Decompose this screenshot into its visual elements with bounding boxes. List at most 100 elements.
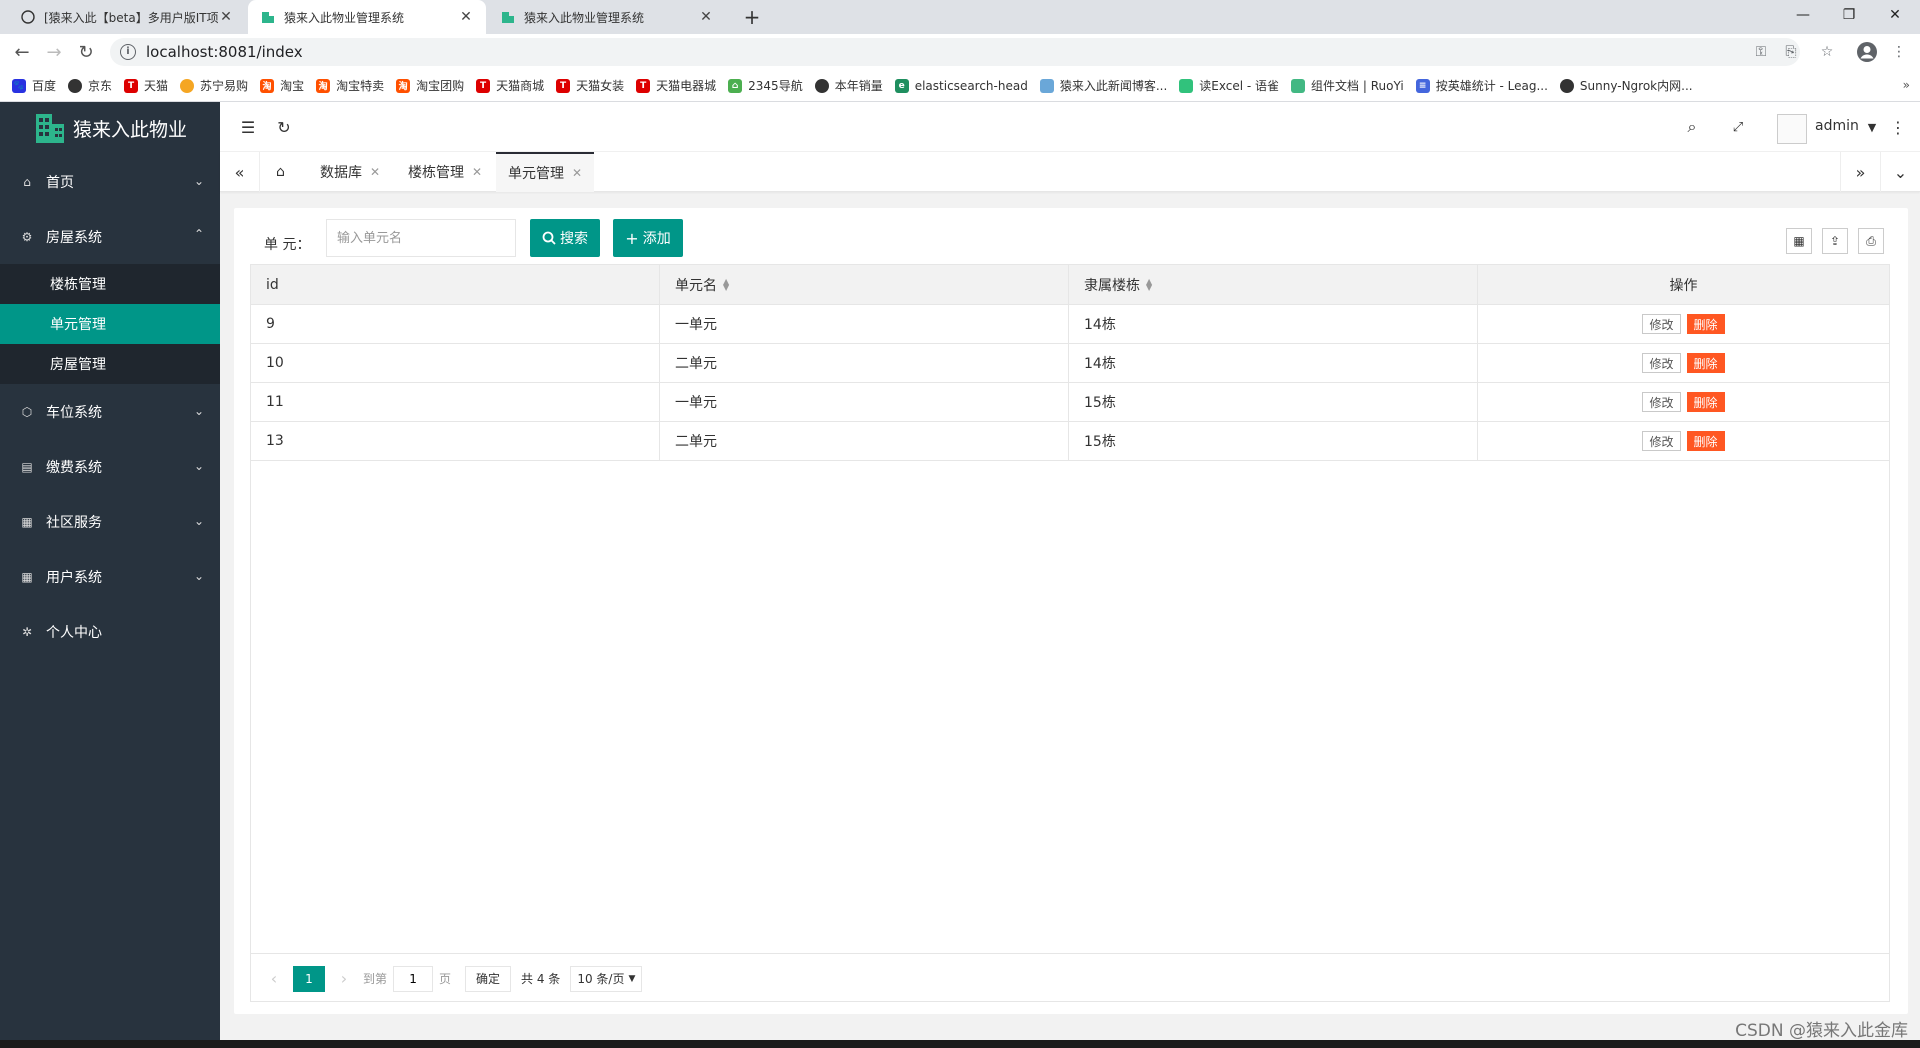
chevron-down-icon[interactable]: ⌄ xyxy=(1880,152,1920,192)
sidebar-item-home[interactable]: ⌂ 首页 ⌄ xyxy=(0,154,220,209)
reload-icon[interactable]: ↻ xyxy=(74,40,98,64)
prev-page-icon[interactable]: ‹ xyxy=(261,969,287,988)
bookmarks-bar: 🐾 百度 京东 T 天猫 苏宁易购 淘淘宝 淘淘宝特卖 淘淘宝团购 T 天猫商城 T天… xyxy=(0,70,1920,102)
avatar[interactable] xyxy=(1777,114,1807,144)
bookmark[interactable]: 读Excel - 语雀 xyxy=(1179,77,1279,94)
bookmark[interactable]: Sunny-Ngrok内网... xyxy=(1559,77,1693,94)
bookmark[interactable]: T 天猫女装 xyxy=(556,77,624,94)
sidebar-item-community[interactable]: ▦ 社区服务 ⌄ xyxy=(0,494,220,549)
delete-button[interactable]: 删除 xyxy=(1686,314,1725,334)
delete-button[interactable]: 删除 xyxy=(1686,353,1725,373)
bookmark[interactable]: 京东 xyxy=(68,77,112,94)
info-icon[interactable]: i xyxy=(120,44,136,60)
column-header-name[interactable]: 单元名 ▲ ▼ xyxy=(660,265,1069,304)
column-header-building[interactable]: 隶属楼栋 ▲ ▼ xyxy=(1069,265,1478,304)
tab-database[interactable]: 数据库 ✕ xyxy=(308,152,392,192)
cell-actions: 修改 删除 xyxy=(1478,344,1889,382)
print-icon[interactable]: ⎙ xyxy=(1858,228,1884,254)
profile-icon[interactable] xyxy=(1856,41,1878,63)
star-icon[interactable]: ☆ xyxy=(1818,43,1836,61)
column-header-id[interactable]: id xyxy=(251,265,660,304)
export-icon[interactable]: ⇪ xyxy=(1822,228,1848,254)
bookmark[interactable]: 淘淘宝特卖 xyxy=(316,77,384,94)
scroll-right-icon[interactable]: » xyxy=(1840,152,1880,192)
menu-toggle-icon[interactable]: ☰ xyxy=(238,117,258,137)
logo[interactable]: 猿来入此物业 xyxy=(0,102,220,154)
chevron-right-double-icon[interactable]: » xyxy=(1903,78,1910,92)
sidebar-item-parking[interactable]: ⬡ 车位系统 ⌄ xyxy=(0,384,220,439)
delete-button[interactable]: 删除 xyxy=(1686,431,1725,451)
bookmark[interactable]: 苏宁易购 xyxy=(180,77,248,94)
tab-units[interactable]: 单元管理 ✕ xyxy=(496,152,595,192)
bookmark[interactable]: T 天猫商城 xyxy=(476,77,544,94)
page-jump-confirm-button[interactable]: 确定 xyxy=(465,965,512,992)
cell-id: 11 xyxy=(251,383,660,421)
edit-button[interactable]: 修改 xyxy=(1642,353,1681,373)
sort-icon[interactable]: ▲ ▼ xyxy=(723,277,729,291)
browser-menu-icon[interactable]: ⋮ xyxy=(1890,43,1908,61)
back-icon[interactable]: ← xyxy=(10,40,34,64)
bookmark[interactable]: 🐾 百度 xyxy=(12,77,56,94)
bookmark[interactable]: T 天猫 xyxy=(124,77,168,94)
close-icon[interactable]: ✕ xyxy=(370,165,380,179)
bookmark[interactable]: 淘淘宝 xyxy=(260,77,304,94)
page-unit-label: 页 xyxy=(439,972,452,986)
close-icon[interactable]: ✕ xyxy=(572,166,582,180)
restore-icon[interactable]: ❐ xyxy=(1826,0,1872,30)
sidebar-item-rooms[interactable]: 房屋管理 xyxy=(0,344,220,384)
sidebar-item-users[interactable]: ▦ 用户系统 ⌄ xyxy=(0,549,220,604)
key-icon[interactable]: ⚿ xyxy=(1752,43,1770,61)
url-field[interactable]: i localhost:8081/index xyxy=(110,38,1800,66)
browser-tab-1[interactable]: [猿来入此【beta】多用户版IT项 ✕ xyxy=(8,0,246,34)
columns-filter-icon[interactable]: ▦ xyxy=(1786,228,1812,254)
add-button[interactable]: + 添加 xyxy=(613,219,683,257)
tag-icon[interactable]: ⌕ xyxy=(1682,117,1702,137)
sidebar-item-profile[interactable]: ✲ 个人中心 xyxy=(0,604,220,659)
browser-tab-3[interactable]: 猿来入此物业管理系统 ✕ xyxy=(488,0,726,34)
sort-icon[interactable]: ▲ ▼ xyxy=(1146,277,1152,291)
bookmark[interactable]: 猿来入此新闻博客... xyxy=(1039,77,1167,94)
close-icon[interactable]: ✕ xyxy=(698,9,714,25)
refresh-icon[interactable]: ↻ xyxy=(274,117,294,137)
tab-buildings[interactable]: 楼栋管理 ✕ xyxy=(396,152,494,192)
browser-tab-2[interactable]: 猿来入此物业管理系统 ✕ xyxy=(248,0,486,34)
close-icon[interactable]: ✕ xyxy=(458,9,474,25)
bookmark[interactable]: e elasticsearch-head xyxy=(894,78,1028,93)
tab-home[interactable]: ⌂ xyxy=(266,152,295,192)
sidebar-item-housing[interactable]: ⚙ 房屋系统 ⌃ xyxy=(0,209,220,264)
caret-down-icon[interactable]: ▼ xyxy=(1862,117,1882,137)
bookmark[interactable]: ≡ 按英雄统计 - Leag... xyxy=(1415,77,1548,94)
page-jump-input[interactable] xyxy=(393,965,434,992)
window-close-icon[interactable]: ✕ xyxy=(1872,0,1918,30)
translate-icon[interactable]: ⎘ xyxy=(1782,43,1800,61)
next-page-icon[interactable]: › xyxy=(331,969,357,988)
user-name[interactable]: admin xyxy=(1815,118,1859,134)
new-tab-button[interactable]: + xyxy=(738,4,766,30)
page-current[interactable]: 1 xyxy=(293,965,325,992)
page-size-select[interactable]: 10 条/页 ▼ xyxy=(570,965,643,992)
bookmark[interactable]: 本年销量 xyxy=(814,77,883,94)
more-vertical-icon[interactable]: ⋮ xyxy=(1888,117,1908,137)
sidebar-item-buildings[interactable]: 楼栋管理 xyxy=(0,264,220,304)
forward-icon[interactable]: → xyxy=(42,40,66,64)
bookmark[interactable]: T 天猫电器城 xyxy=(636,77,716,94)
search-button[interactable]: 搜索 xyxy=(530,219,600,257)
apps-icon: ▦ xyxy=(21,569,33,584)
total-count: 共 4 条 xyxy=(521,972,561,986)
bookmark[interactable]: 组件文档 | RuoYi xyxy=(1291,77,1404,94)
scroll-left-icon[interactable]: « xyxy=(220,152,260,192)
close-icon[interactable]: ✕ xyxy=(218,9,234,25)
delete-button[interactable]: 删除 xyxy=(1686,392,1725,412)
sidebar-item-units[interactable]: 单元管理 xyxy=(0,304,220,344)
unit-name-input[interactable] xyxy=(326,219,516,257)
sidebar-item-payment[interactable]: ▤ 缴费系统 ⌄ xyxy=(0,439,220,494)
minimize-icon[interactable]: — xyxy=(1780,0,1826,30)
bookmark[interactable]: ⌂ 2345导航 xyxy=(728,77,803,94)
taobao-icon: 淘 xyxy=(396,78,411,93)
edit-button[interactable]: 修改 xyxy=(1642,392,1681,412)
edit-button[interactable]: 修改 xyxy=(1642,314,1681,334)
fullscreen-icon[interactable]: ⤢ xyxy=(1728,117,1748,137)
edit-button[interactable]: 修改 xyxy=(1642,431,1681,451)
bookmark[interactable]: 淘淘宝团购 xyxy=(396,77,464,94)
close-icon[interactable]: ✕ xyxy=(472,165,482,179)
